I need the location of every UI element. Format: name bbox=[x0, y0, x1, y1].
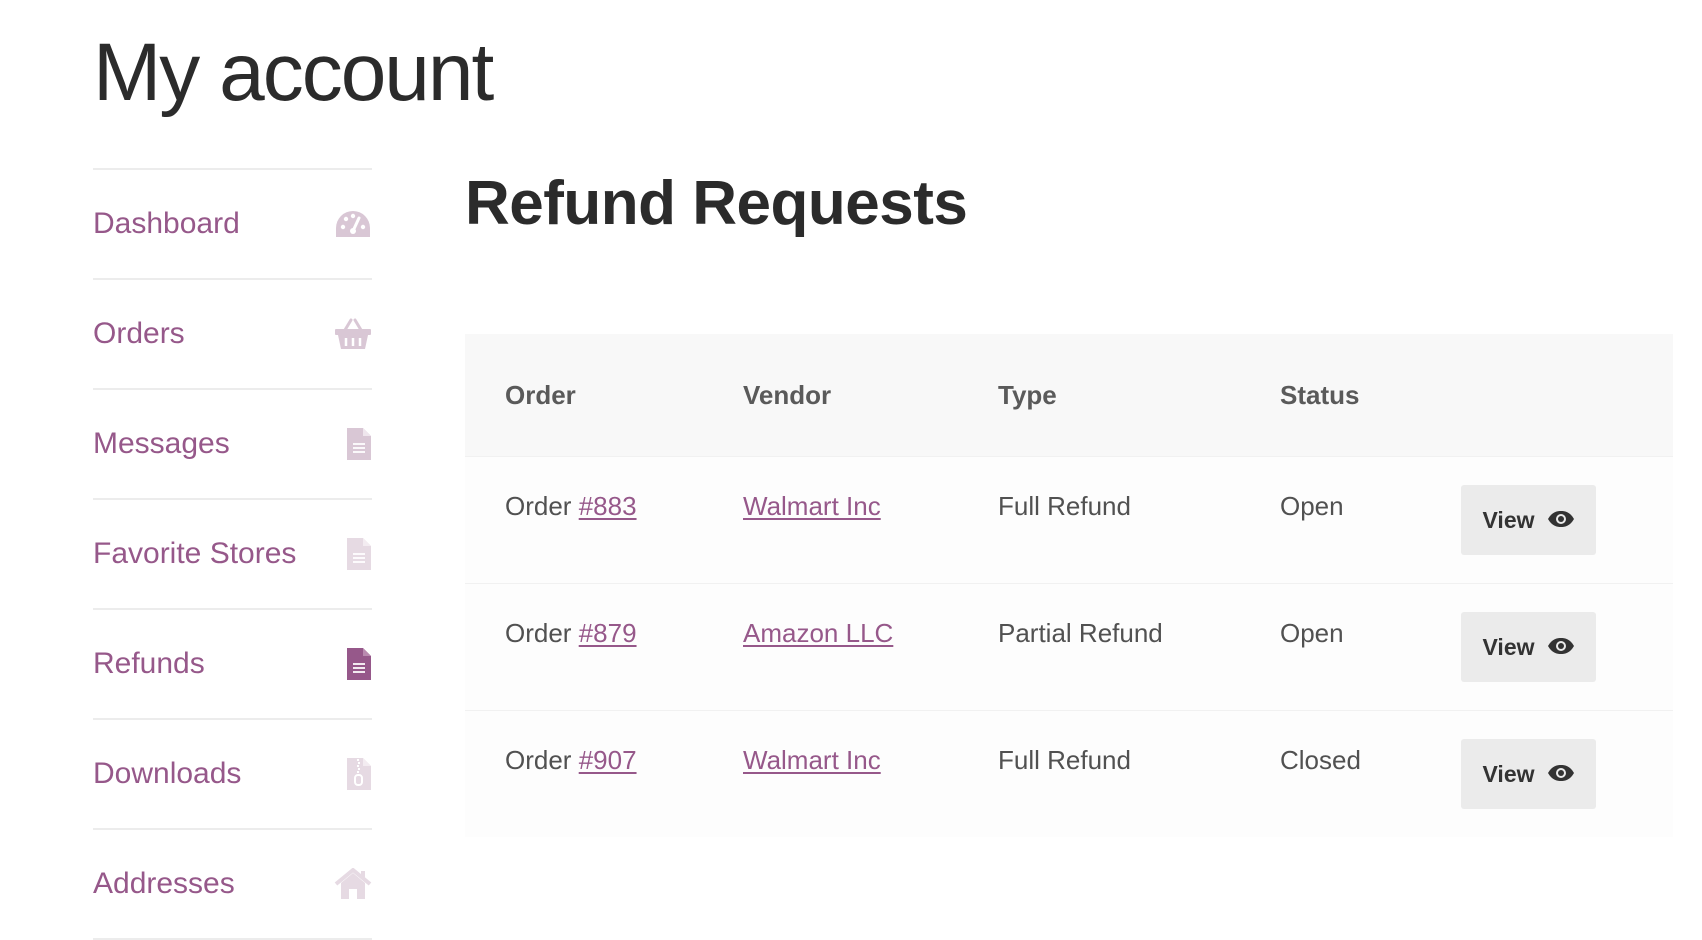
table-row: Order #907 Walmart Inc Full Refund Close… bbox=[465, 710, 1673, 837]
column-header-type: Type bbox=[998, 380, 1057, 410]
order-prefix: Order bbox=[505, 491, 572, 521]
table-row: Order #883 Walmart Inc Full Refund Open … bbox=[465, 456, 1673, 583]
page-title: My account bbox=[93, 27, 494, 118]
eye-icon bbox=[1547, 761, 1575, 788]
nav-item-favorite-stores[interactable]: Favorite Stores bbox=[93, 500, 372, 610]
order-number-link[interactable]: #907 bbox=[579, 745, 637, 775]
vendor-link[interactable]: Walmart Inc bbox=[743, 747, 881, 773]
nav-item-label: Downloads bbox=[93, 757, 242, 790]
dashboard-gauge-icon bbox=[332, 204, 372, 244]
nav-item-label: Messages bbox=[93, 427, 230, 460]
order-cell: Order #907 bbox=[505, 747, 637, 773]
section-title: Refund Requests bbox=[465, 169, 968, 238]
nav-item-orders[interactable]: Orders bbox=[93, 280, 372, 390]
nav-item-label: Refunds bbox=[93, 647, 205, 680]
nav-item-label: Dashboard bbox=[93, 207, 240, 240]
nav-item-dashboard[interactable]: Dashboard bbox=[93, 170, 372, 280]
refund-type: Full Refund bbox=[998, 491, 1131, 521]
order-cell: Order #879 bbox=[505, 620, 637, 646]
home-icon bbox=[332, 864, 372, 904]
order-prefix: Order bbox=[505, 745, 572, 775]
document-icon bbox=[332, 424, 372, 464]
table-row: Order #879 Amazon LLC Partial Refund Ope… bbox=[465, 583, 1673, 710]
document-icon bbox=[332, 534, 372, 574]
view-button-label: View bbox=[1482, 506, 1535, 533]
nav-item-downloads[interactable]: Downloads bbox=[93, 720, 372, 830]
view-button[interactable]: View bbox=[1461, 739, 1596, 809]
nav-item-label: Addresses bbox=[93, 867, 235, 900]
refund-requests-table: Order Vendor Type Status Order #883 Walm… bbox=[465, 334, 1673, 837]
order-number-link[interactable]: #883 bbox=[579, 491, 637, 521]
refund-type: Full Refund bbox=[998, 745, 1131, 775]
order-number-link[interactable]: #879 bbox=[579, 618, 637, 648]
document-icon bbox=[332, 644, 372, 684]
refund-type: Partial Refund bbox=[998, 618, 1163, 648]
view-button-label: View bbox=[1482, 760, 1535, 787]
column-header-order: Order bbox=[505, 380, 576, 410]
view-button-label: View bbox=[1482, 633, 1535, 660]
view-button[interactable]: View bbox=[1461, 485, 1596, 555]
account-navigation: Dashboard Orders Messages Favorite Store… bbox=[93, 168, 372, 940]
vendor-link[interactable]: Amazon LLC bbox=[743, 620, 893, 646]
account-page: My account Dashboard Orders Messages Fav… bbox=[0, 0, 1702, 940]
column-header-vendor: Vendor bbox=[743, 380, 832, 410]
eye-icon bbox=[1547, 634, 1575, 661]
zip-file-icon bbox=[332, 754, 372, 794]
basket-icon bbox=[332, 314, 372, 354]
order-cell: Order #883 bbox=[505, 493, 637, 519]
refund-status: Closed bbox=[1280, 745, 1361, 775]
table-header-row: Order Vendor Type Status bbox=[465, 334, 1673, 456]
nav-item-label: Orders bbox=[93, 317, 185, 350]
nav-item-label: Favorite Stores bbox=[93, 537, 297, 570]
nav-item-addresses[interactable]: Addresses bbox=[93, 830, 372, 940]
nav-item-messages[interactable]: Messages bbox=[93, 390, 372, 500]
vendor-link[interactable]: Walmart Inc bbox=[743, 493, 881, 519]
refund-status: Open bbox=[1280, 618, 1344, 648]
view-button[interactable]: View bbox=[1461, 612, 1596, 682]
nav-item-refunds[interactable]: Refunds bbox=[93, 610, 372, 720]
column-header-status: Status bbox=[1280, 380, 1360, 410]
order-prefix: Order bbox=[505, 618, 572, 648]
refund-status: Open bbox=[1280, 491, 1344, 521]
eye-icon bbox=[1547, 507, 1575, 534]
